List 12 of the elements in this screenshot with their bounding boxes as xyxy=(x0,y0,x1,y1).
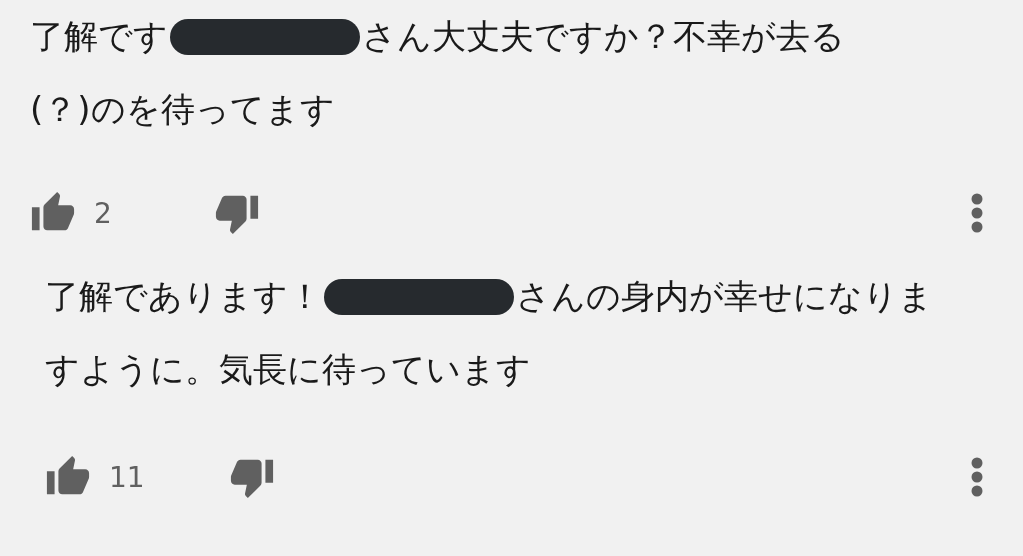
comment-text: (？)のを待ってます xyxy=(30,87,335,131)
comment-text: すように。気長に待っています xyxy=(45,347,531,391)
more-button[interactable] xyxy=(971,457,983,497)
comment-text: さんの身内が幸せになりま xyxy=(516,274,933,318)
more-icon xyxy=(971,457,983,497)
comment-text: 了解であります！ xyxy=(45,274,322,318)
more-button[interactable] xyxy=(971,193,983,233)
more-icon xyxy=(971,193,983,233)
like-count: 2 xyxy=(94,196,113,230)
like-count: 11 xyxy=(109,460,146,494)
comment-text: 了解です xyxy=(30,14,168,58)
comment-text: さん大丈夫ですか？不幸が去る xyxy=(362,14,845,58)
